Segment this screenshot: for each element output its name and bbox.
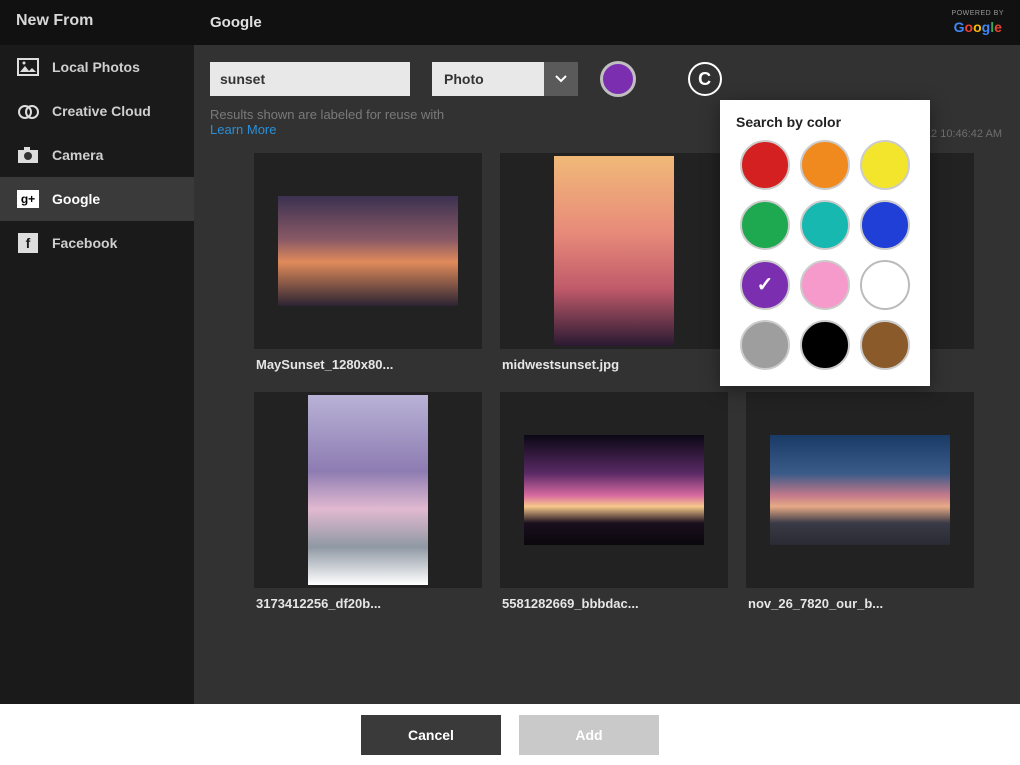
sidebar-item-label: Google (52, 191, 100, 207)
color-swatch[interactable] (800, 320, 850, 370)
result-card[interactable]: MaySunset_1280x80... (254, 153, 482, 372)
sidebar-list: Local Photos Creative Cloud Camera g+ Google… (0, 45, 194, 265)
color-swatch[interactable] (860, 260, 910, 310)
result-filename: 3173412256_df20b... (254, 588, 482, 611)
color-swatch[interactable] (740, 260, 790, 310)
google-logo: POWERED BY Google (952, 10, 1004, 35)
sidebar-item-camera[interactable]: Camera (0, 133, 194, 177)
camera-icon (16, 145, 40, 165)
result-card[interactable]: 3173412256_df20b... (254, 392, 482, 611)
color-filter-button[interactable] (600, 61, 636, 97)
source-sidebar: New From Local Photos Creative Cloud Camer… (0, 0, 194, 704)
sidebar-item-label: Facebook (52, 235, 117, 251)
color-swatch[interactable] (860, 200, 910, 250)
app-root: New From Local Photos Creative Cloud Camer… (0, 0, 1020, 765)
sidebar-item-label: Camera (52, 147, 103, 163)
creative-cloud-icon (16, 101, 40, 121)
result-thumbnail (500, 153, 728, 349)
result-card[interactable]: midwestsunset.jpg (500, 153, 728, 372)
reuse-meta-text: Results shown are labeled for reuse with (210, 107, 444, 122)
sidebar-item-facebook[interactable]: f Facebook (0, 221, 194, 265)
color-swatch[interactable] (800, 140, 850, 190)
copyright-icon: C (698, 69, 711, 90)
sidebar-item-google[interactable]: g+ Google (0, 177, 194, 221)
search-input[interactable] (210, 62, 410, 96)
result-thumbnail (746, 392, 974, 588)
color-picker-title: Search by color (736, 114, 914, 130)
result-filename: MaySunset_1280x80... (254, 349, 482, 372)
result-thumbnail (500, 392, 728, 588)
powered-by-label: POWERED BY (952, 10, 1004, 17)
footer-bar: Cancel Add (0, 704, 1020, 765)
google-plus-icon: g+ (16, 189, 40, 209)
add-button[interactable]: Add (519, 715, 659, 755)
color-swatch[interactable] (800, 260, 850, 310)
color-swatch-grid (736, 140, 914, 370)
chevron-down-icon (544, 62, 578, 96)
color-swatch[interactable] (800, 200, 850, 250)
sidebar-item-label: Local Photos (52, 59, 140, 75)
main-title: Google (210, 14, 262, 31)
main-header: Google POWERED BY Google (194, 0, 1020, 45)
color-swatch[interactable] (740, 200, 790, 250)
color-swatch[interactable] (860, 140, 910, 190)
top-region: New From Local Photos Creative Cloud Camer… (0, 0, 1020, 704)
result-filename: 5581282669_bbbdac... (500, 588, 728, 611)
sidebar-item-local-photos[interactable]: Local Photos (0, 45, 194, 89)
type-select[interactable]: Photo (432, 62, 578, 96)
result-filename: nov_26_7820_our_b... (746, 588, 974, 611)
color-swatch[interactable] (740, 320, 790, 370)
search-controls: Photo C (194, 45, 1020, 103)
type-select-label: Photo (432, 71, 544, 87)
facebook-icon: f (16, 233, 40, 253)
result-card[interactable]: 5581282669_bbbdac... (500, 392, 728, 611)
sidebar-item-label: Creative Cloud (52, 103, 151, 119)
license-filter-button[interactable]: C (688, 62, 722, 96)
sidebar-item-creative-cloud[interactable]: Creative Cloud (0, 89, 194, 133)
result-filename: midwestsunset.jpg (500, 349, 728, 372)
sidebar-title: New From (0, 0, 194, 45)
color-picker-popover: Search by color (720, 100, 930, 386)
result-thumbnail (254, 153, 482, 349)
color-swatch[interactable] (740, 140, 790, 190)
result-thumbnail (254, 392, 482, 588)
cancel-button[interactable]: Cancel (361, 715, 501, 755)
result-card[interactable]: nov_26_7820_our_b... (746, 392, 974, 611)
main-panel: Google POWERED BY Google Photo C (194, 0, 1020, 704)
photos-icon (16, 57, 40, 77)
color-swatch[interactable] (860, 320, 910, 370)
